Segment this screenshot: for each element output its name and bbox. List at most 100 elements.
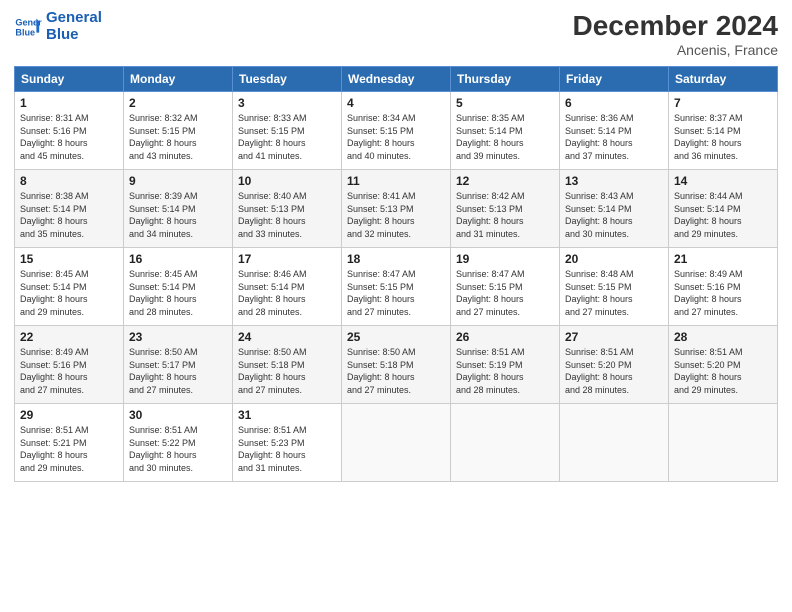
weekday-header-sunday: Sunday <box>15 67 124 92</box>
day-info: Sunrise: 8:49 AMSunset: 5:16 PMDaylight:… <box>20 346 118 396</box>
day-info: Sunrise: 8:37 AMSunset: 5:14 PMDaylight:… <box>674 112 772 162</box>
calendar-cell: 1 Sunrise: 8:31 AMSunset: 5:16 PMDaylight… <box>15 92 124 170</box>
day-number: 18 <box>347 252 445 266</box>
day-number: 15 <box>20 252 118 266</box>
calendar-cell: 25 Sunrise: 8:50 AMSunset: 5:18 PMDayligh… <box>342 326 451 404</box>
calendar-week-row: 22 Sunrise: 8:49 AMSunset: 5:16 PMDayligh… <box>15 326 778 404</box>
day-info: Sunrise: 8:41 AMSunset: 5:13 PMDaylight:… <box>347 190 445 240</box>
calendar-week-row: 15 Sunrise: 8:45 AMSunset: 5:14 PMDayligh… <box>15 248 778 326</box>
day-number: 31 <box>238 408 336 422</box>
calendar-cell: 23 Sunrise: 8:50 AMSunset: 5:17 PMDayligh… <box>124 326 233 404</box>
day-number: 6 <box>565 96 663 110</box>
calendar-cell: 26 Sunrise: 8:51 AMSunset: 5:19 PMDayligh… <box>451 326 560 404</box>
day-info: Sunrise: 8:46 AMSunset: 5:14 PMDaylight:… <box>238 268 336 318</box>
day-number: 28 <box>674 330 772 344</box>
calendar-cell: 5Sunrise: 8:35 AMSunset: 5:14 PMDaylight… <box>451 92 560 170</box>
calendar-cell: 13Sunrise: 8:43 AMSunset: 5:14 PMDayligh… <box>560 170 669 248</box>
day-info: Sunrise: 8:44 AMSunset: 5:14 PMDaylight:… <box>674 190 772 240</box>
day-info: Sunrise: 8:39 AMSunset: 5:14 PMDaylight:… <box>129 190 227 240</box>
month-year-title: December 2024 <box>573 10 778 42</box>
day-info: Sunrise: 8:31 AMSunset: 5:16 PMDaylight:… <box>20 112 118 162</box>
day-info: Sunrise: 8:34 AMSunset: 5:15 PMDaylight:… <box>347 112 445 162</box>
day-number: 9 <box>129 174 227 188</box>
day-number: 23 <box>129 330 227 344</box>
title-block: December 2024 Ancenis, France <box>573 10 778 58</box>
weekday-header-saturday: Saturday <box>669 67 778 92</box>
day-info: Sunrise: 8:36 AMSunset: 5:14 PMDaylight:… <box>565 112 663 162</box>
calendar-cell: 18 Sunrise: 8:47 AMSunset: 5:15 PMDayligh… <box>342 248 451 326</box>
calendar-cell: 19 Sunrise: 8:47 AMSunset: 5:15 PMDayligh… <box>451 248 560 326</box>
location-subtitle: Ancenis, France <box>573 42 778 58</box>
calendar-cell: 2Sunrise: 8:32 AMSunset: 5:15 PMDaylight… <box>124 92 233 170</box>
day-info: Sunrise: 8:51 AMSunset: 5:22 PMDaylight:… <box>129 424 227 474</box>
page-container: General Blue General Blue December 2024 … <box>0 0 792 612</box>
calendar-header-row: SundayMondayTuesdayWednesdayThursdayFrid… <box>15 67 778 92</box>
calendar-cell: 9 Sunrise: 8:39 AMSunset: 5:14 PMDaylight… <box>124 170 233 248</box>
calendar-cell: 27 Sunrise: 8:51 AMSunset: 5:20 PMDayligh… <box>560 326 669 404</box>
calendar-cell: 15 Sunrise: 8:45 AMSunset: 5:14 PMDayligh… <box>15 248 124 326</box>
calendar-cell: 24 Sunrise: 8:50 AMSunset: 5:18 PMDayligh… <box>233 326 342 404</box>
logo-icon: General Blue <box>14 13 42 41</box>
day-number: 16 <box>129 252 227 266</box>
day-number: 20 <box>565 252 663 266</box>
calendar-cell: 8 Sunrise: 8:38 AMSunset: 5:14 PMDaylight… <box>15 170 124 248</box>
calendar-table: SundayMondayTuesdayWednesdayThursdayFrid… <box>14 66 778 482</box>
day-info: Sunrise: 8:50 AMSunset: 5:18 PMDaylight:… <box>238 346 336 396</box>
day-info: Sunrise: 8:42 AMSunset: 5:13 PMDaylight:… <box>456 190 554 240</box>
day-info: Sunrise: 8:38 AMSunset: 5:14 PMDaylight:… <box>20 190 118 240</box>
day-info: Sunrise: 8:40 AMSunset: 5:13 PMDaylight:… <box>238 190 336 240</box>
day-number: 8 <box>20 174 118 188</box>
calendar-cell: 31Sunrise: 8:51 AMSunset: 5:23 PMDayligh… <box>233 404 342 482</box>
weekday-header-friday: Friday <box>560 67 669 92</box>
calendar-cell: 28 Sunrise: 8:51 AMSunset: 5:20 PMDayligh… <box>669 326 778 404</box>
weekday-header-tuesday: Tuesday <box>233 67 342 92</box>
calendar-cell: 30 Sunrise: 8:51 AMSunset: 5:22 PMDayligh… <box>124 404 233 482</box>
calendar-cell: 17Sunrise: 8:46 AMSunset: 5:14 PMDayligh… <box>233 248 342 326</box>
calendar-cell <box>342 404 451 482</box>
day-number: 7 <box>674 96 772 110</box>
day-number: 1 <box>20 96 118 110</box>
day-number: 29 <box>20 408 118 422</box>
day-number: 25 <box>347 330 445 344</box>
day-info: Sunrise: 8:47 AMSunset: 5:15 PMDaylight:… <box>456 268 554 318</box>
calendar-cell: 10Sunrise: 8:40 AMSunset: 5:13 PMDayligh… <box>233 170 342 248</box>
calendar-cell <box>451 404 560 482</box>
day-info: Sunrise: 8:51 AMSunset: 5:20 PMDaylight:… <box>565 346 663 396</box>
day-number: 27 <box>565 330 663 344</box>
day-info: Sunrise: 8:33 AMSunset: 5:15 PMDaylight:… <box>238 112 336 162</box>
calendar-cell: 14Sunrise: 8:44 AMSunset: 5:14 PMDayligh… <box>669 170 778 248</box>
calendar-cell <box>669 404 778 482</box>
calendar-cell: 4 Sunrise: 8:34 AMSunset: 5:15 PMDaylight… <box>342 92 451 170</box>
day-info: Sunrise: 8:51 AMSunset: 5:21 PMDaylight:… <box>20 424 118 474</box>
day-info: Sunrise: 8:49 AMSunset: 5:16 PMDaylight:… <box>674 268 772 318</box>
logo: General Blue General Blue <box>14 10 102 43</box>
day-number: 13 <box>565 174 663 188</box>
calendar-cell: 22 Sunrise: 8:49 AMSunset: 5:16 PMDayligh… <box>15 326 124 404</box>
day-info: Sunrise: 8:35 AMSunset: 5:14 PMDaylight:… <box>456 112 554 162</box>
svg-text:Blue: Blue <box>15 27 35 37</box>
day-number: 11 <box>347 174 445 188</box>
day-info: Sunrise: 8:45 AMSunset: 5:14 PMDaylight:… <box>20 268 118 318</box>
day-number: 3 <box>238 96 336 110</box>
day-number: 22 <box>20 330 118 344</box>
calendar-week-row: 29 Sunrise: 8:51 AMSunset: 5:21 PMDayligh… <box>15 404 778 482</box>
calendar-cell: 7 Sunrise: 8:37 AMSunset: 5:14 PMDaylight… <box>669 92 778 170</box>
day-number: 24 <box>238 330 336 344</box>
day-number: 30 <box>129 408 227 422</box>
calendar-cell: 6 Sunrise: 8:36 AMSunset: 5:14 PMDaylight… <box>560 92 669 170</box>
day-number: 19 <box>456 252 554 266</box>
weekday-header-thursday: Thursday <box>451 67 560 92</box>
day-info: Sunrise: 8:47 AMSunset: 5:15 PMDaylight:… <box>347 268 445 318</box>
calendar-cell: 20Sunrise: 8:48 AMSunset: 5:15 PMDayligh… <box>560 248 669 326</box>
day-number: 4 <box>347 96 445 110</box>
calendar-cell: 29 Sunrise: 8:51 AMSunset: 5:21 PMDayligh… <box>15 404 124 482</box>
day-number: 21 <box>674 252 772 266</box>
day-info: Sunrise: 8:50 AMSunset: 5:18 PMDaylight:… <box>347 346 445 396</box>
day-number: 26 <box>456 330 554 344</box>
day-info: Sunrise: 8:50 AMSunset: 5:17 PMDaylight:… <box>129 346 227 396</box>
day-info: Sunrise: 8:51 AMSunset: 5:19 PMDaylight:… <box>456 346 554 396</box>
logo-text: General Blue <box>46 10 102 43</box>
day-info: Sunrise: 8:51 AMSunset: 5:20 PMDaylight:… <box>674 346 772 396</box>
calendar-cell: 16Sunrise: 8:45 AMSunset: 5:14 PMDayligh… <box>124 248 233 326</box>
calendar-cell: 12Sunrise: 8:42 AMSunset: 5:13 PMDayligh… <box>451 170 560 248</box>
